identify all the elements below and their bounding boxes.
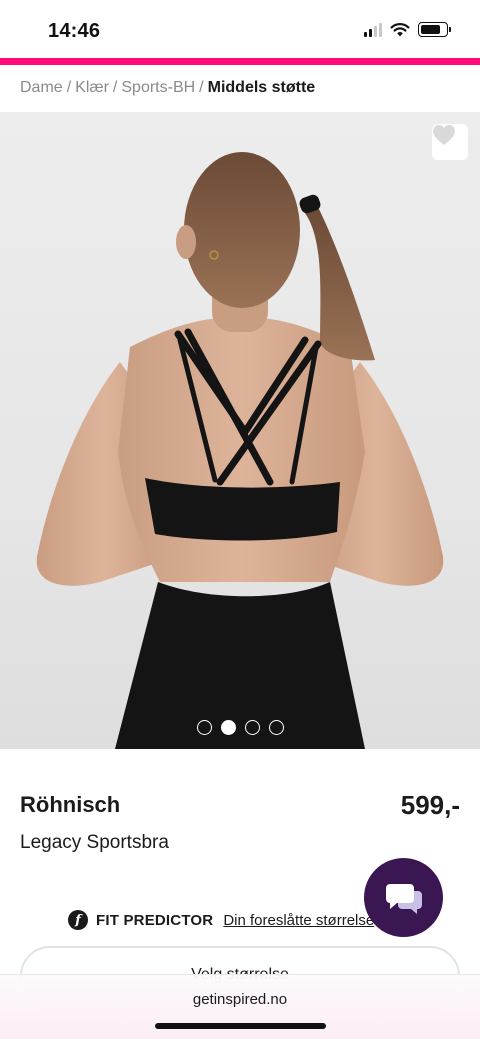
wifi-icon xyxy=(390,23,410,37)
gallery-pagination xyxy=(0,720,480,735)
chat-bubbles-icon xyxy=(385,883,422,914)
breadcrumb-current: Middels støtte xyxy=(207,79,316,96)
cellular-signal-icon xyxy=(364,22,382,37)
brand-accent-bar xyxy=(0,58,480,65)
product-photo xyxy=(36,152,444,749)
breadcrumb-item-sports-bh[interactable]: Sports-BH xyxy=(121,79,195,96)
breadcrumb-separator: / xyxy=(199,79,204,96)
fit-predictor-title: FIT PREDICTOR xyxy=(96,911,214,929)
fit-predictor: f FIT PREDICTOR Din foreslåtte størrelse xyxy=(68,910,374,930)
status-time: 14:46 xyxy=(48,20,101,42)
gallery-dot[interactable] xyxy=(220,720,236,735)
gallery-dot[interactable] xyxy=(196,720,212,735)
product-name: Legacy Sportsbra xyxy=(20,832,169,853)
home-indicator[interactable] xyxy=(155,1023,326,1029)
breadcrumb-item-dame[interactable]: Dame xyxy=(20,79,63,96)
breadcrumb-separator: / xyxy=(66,79,72,96)
fit-predictor-logo-icon: f xyxy=(68,910,88,930)
breadcrumb-item-klaer[interactable]: Klær xyxy=(75,79,109,96)
battery-icon xyxy=(418,22,451,37)
status-bar: 14:46 xyxy=(0,0,480,58)
chat-button[interactable] xyxy=(364,858,443,937)
gallery-dot[interactable] xyxy=(268,720,284,735)
favorite-button[interactable] xyxy=(432,124,468,160)
suggested-size-link[interactable]: Din foreslåtte størrelse xyxy=(223,912,374,929)
product-brand[interactable]: Röhnisch xyxy=(20,792,120,818)
breadcrumb-separator: / xyxy=(112,79,118,96)
browser-url[interactable]: getinspired.no xyxy=(0,991,480,1008)
browser-address-bar[interactable]: getinspired.no xyxy=(0,974,480,1039)
breadcrumb: Dame / Klær / Sports-BH / Middels støtte xyxy=(0,66,480,112)
battery-level xyxy=(421,25,441,34)
gallery-dot[interactable] xyxy=(244,720,260,735)
product-price: 599,- xyxy=(400,790,460,820)
product-image-gallery[interactable] xyxy=(0,112,480,749)
heart-icon xyxy=(433,125,455,145)
status-icons xyxy=(364,22,451,37)
